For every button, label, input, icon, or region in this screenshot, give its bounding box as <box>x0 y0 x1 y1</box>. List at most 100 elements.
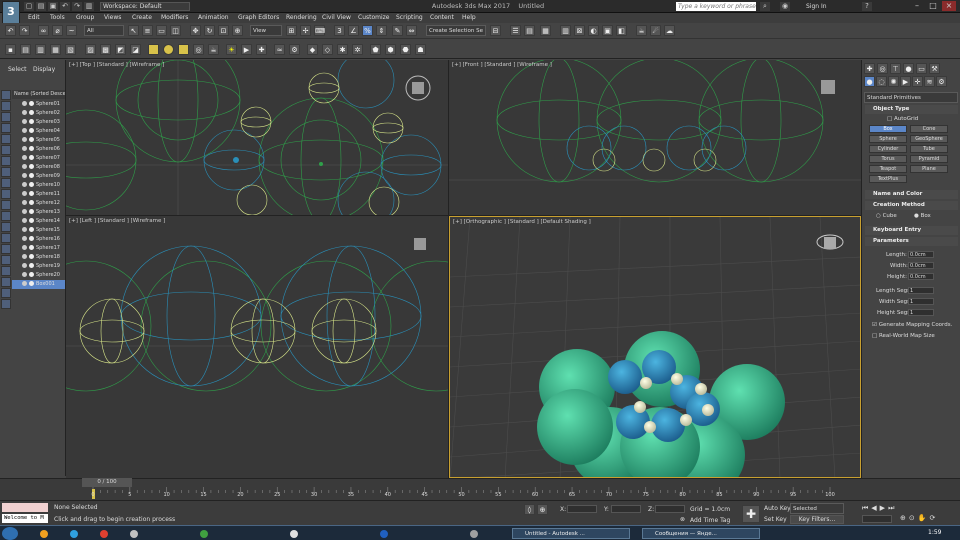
visibility-icon[interactable] <box>22 155 27 160</box>
visibility-icon[interactable] <box>22 137 27 142</box>
move-icon[interactable]: ✥ <box>190 25 201 36</box>
tool-g-icon[interactable]: ▩ <box>100 44 111 55</box>
sphere-button[interactable]: Sphere <box>869 135 907 143</box>
ribbon-icon[interactable]: ▦ <box>540 25 551 36</box>
filter-toggle-icon[interactable] <box>1 123 11 133</box>
freeze-icon[interactable] <box>29 218 34 223</box>
visibility-icon[interactable] <box>22 272 27 277</box>
visibility-icon[interactable] <box>22 119 27 124</box>
freeze-icon[interactable] <box>29 254 34 259</box>
scale-icon[interactable]: ⊡ <box>218 25 229 36</box>
viewport-left-label[interactable]: [+] [Left ] [Standard ] [Wireframe ] <box>69 218 165 224</box>
parameters-rollout[interactable]: Parameters <box>865 237 958 246</box>
visibility-icon[interactable] <box>22 110 27 115</box>
named-selection-dropdown[interactable]: Create Selection Se <box>426 25 486 36</box>
pivot-center-icon[interactable]: ⊞ <box>286 25 297 36</box>
playback-controls[interactable]: ⏮◀▶⏭ <box>862 504 897 513</box>
reference-coord-dropdown[interactable]: View <box>250 25 282 36</box>
help-icon[interactable]: ? <box>862 2 872 11</box>
motion-tab-icon[interactable]: ● <box>903 63 914 74</box>
filter-toggle-icon[interactable] <box>1 156 11 166</box>
menu-tools[interactable]: Tools <box>50 14 65 22</box>
modifier-f-icon[interactable]: ⬢ <box>385 44 396 55</box>
key-filters-button[interactable]: Key Filters... <box>790 515 844 524</box>
freeze-icon[interactable] <box>29 173 34 178</box>
visibility-icon[interactable] <box>22 101 27 106</box>
viewport-front-label[interactable]: [+] [Front ] [Standard ] [Wireframe ] <box>452 62 552 68</box>
width-segs-spinner[interactable]: 1 <box>908 298 934 305</box>
list-item[interactable]: Sphere18 <box>12 253 65 262</box>
visibility-icon[interactable] <box>22 209 27 214</box>
list-item[interactable]: Sphere03 <box>12 118 65 127</box>
list-item[interactable]: Sphere13 <box>12 208 65 217</box>
viewport-top[interactable]: [+] [Top ] [Standard ] [Wireframe ] <box>66 60 448 215</box>
edit-named-sets-icon[interactable]: ✎ <box>392 25 403 36</box>
spacewarp-icon[interactable]: ≈ <box>274 44 285 55</box>
filter-toggle-icon[interactable] <box>1 145 11 155</box>
box-primitive-icon[interactable] <box>148 44 159 55</box>
project-icon[interactable]: ▥ <box>84 2 94 11</box>
primitive-type-dropdown[interactable]: Standard Primitives <box>864 92 958 103</box>
cube-radio[interactable]: ○ Cube <box>876 213 897 219</box>
box-radio[interactable]: ● Box <box>914 213 931 219</box>
freeze-icon[interactable] <box>29 227 34 232</box>
height-segs-spinner[interactable]: 1 <box>908 309 934 316</box>
filter-toggle-icon[interactable] <box>1 134 11 144</box>
plane-button[interactable]: Plane <box>910 165 948 173</box>
freeze-icon[interactable] <box>29 281 34 286</box>
redo-icon[interactable]: ↷ <box>19 25 30 36</box>
list-item[interactable]: Sphere15 <box>12 226 65 235</box>
tool-i-icon[interactable]: ◪ <box>130 44 141 55</box>
visibility-icon[interactable] <box>22 146 27 151</box>
light-icon[interactable]: ☀ <box>226 44 237 55</box>
modifier-g-icon[interactable]: ⬣ <box>400 44 411 55</box>
shapes-icon[interactable]: ◌ <box>876 76 887 87</box>
visibility-icon[interactable] <box>22 236 27 241</box>
filter-toggle-icon[interactable] <box>1 288 11 298</box>
visibility-icon[interactable] <box>22 173 27 178</box>
menu-content[interactable]: Content <box>430 14 454 22</box>
lights-icon[interactable]: ✺ <box>888 76 899 87</box>
filter-toggle-icon[interactable] <box>1 101 11 111</box>
width-spinner[interactable]: 0.0cm <box>908 262 934 269</box>
set-key-button[interactable]: Set Key <box>764 516 787 523</box>
menu-create[interactable]: Create <box>132 14 152 22</box>
modifier-b-icon[interactable]: ◇ <box>322 44 333 55</box>
length-segs-spinner[interactable]: 1 <box>908 287 934 294</box>
list-item[interactable]: Sphere09 <box>12 172 65 181</box>
app-icon[interactable] <box>130 530 138 538</box>
selection-filter-dropdown[interactable]: All <box>84 25 124 36</box>
render-icon[interactable]: ☕ <box>636 25 647 36</box>
list-item[interactable]: Sphere06 <box>12 145 65 154</box>
toggle-scene-explorer-icon[interactable]: ☰ <box>510 25 521 36</box>
explorer-icon[interactable] <box>40 530 48 538</box>
freeze-icon[interactable] <box>29 191 34 196</box>
filter-toggle-icon[interactable] <box>1 299 11 309</box>
maximize-icon[interactable]: □ <box>926 1 940 11</box>
isolate-icon[interactable]: ◊ <box>524 504 535 515</box>
list-item[interactable]: Sphere10 <box>12 181 65 190</box>
menu-help[interactable]: Help <box>462 14 476 22</box>
camera-icon[interactable]: ▶ <box>241 44 252 55</box>
percent-snap-icon[interactable]: % <box>362 25 373 36</box>
selected-dropdown[interactable]: Selected <box>790 503 844 514</box>
filter-toggle-icon[interactable] <box>1 255 11 265</box>
viewport-top-label[interactable]: [+] [Top ] [Standard ] [Wireframe ] <box>69 62 164 68</box>
y-field[interactable] <box>611 505 641 513</box>
height-spinner[interactable]: 0.0cm <box>908 273 934 280</box>
list-item[interactable]: Sphere02 <box>12 109 65 118</box>
visibility-icon[interactable] <box>22 200 27 205</box>
viewport-left[interactable]: [+] [Left ] [Standard ] [Wireframe ] <box>66 216 448 478</box>
hierarchy-tab-icon[interactable]: ⊤ <box>890 63 901 74</box>
frame-field[interactable] <box>862 515 892 523</box>
spinner-snap-icon[interactable]: ⇕ <box>376 25 387 36</box>
list-item[interactable]: Sphere04 <box>12 127 65 136</box>
maxscript-listener[interactable]: Welcome to M <box>2 514 48 523</box>
tool-d-icon[interactable]: ▦ <box>50 44 61 55</box>
menu-modifiers[interactable]: Modifiers <box>161 14 188 22</box>
ie-icon[interactable] <box>70 530 78 538</box>
visibility-icon[interactable] <box>22 182 27 187</box>
list-item[interactable]: Sphere14 <box>12 217 65 226</box>
tab-select[interactable]: Select <box>8 66 27 73</box>
a360-icon[interactable]: ☁ <box>664 25 675 36</box>
